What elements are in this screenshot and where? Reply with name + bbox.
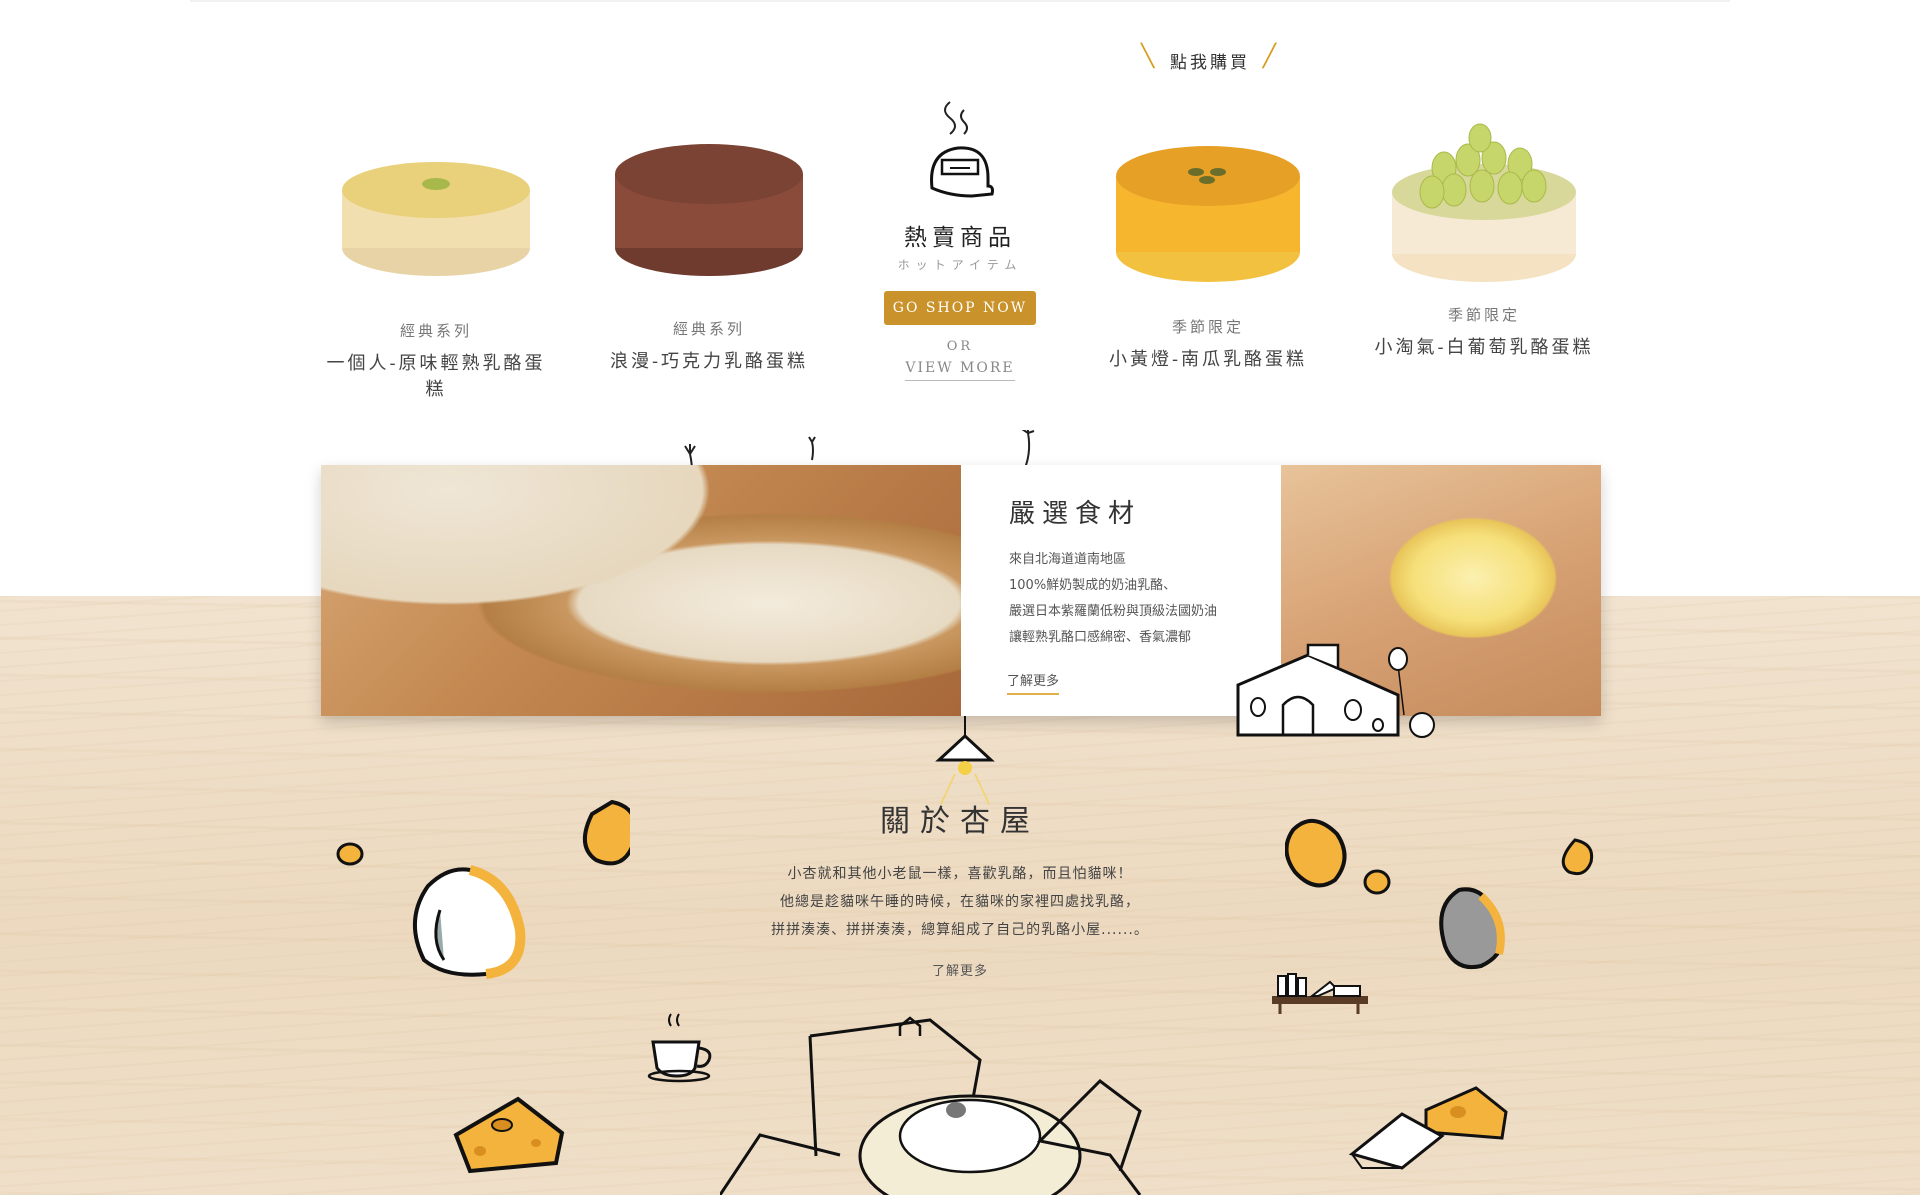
slash-left-icon: ╲ xyxy=(1141,44,1158,69)
bookshelf-icon xyxy=(1272,973,1368,1014)
product-series: 季節限定 xyxy=(1171,318,1244,336)
buy-label[interactable]: ╲ 點我購買 ╱ xyxy=(1141,44,1276,73)
product-card[interactable]: 季節限定 小淘氣-白葡萄乳酪蛋糕 xyxy=(1366,108,1602,359)
cheese-and-books-icon xyxy=(1348,1086,1508,1170)
product-name: 小黃燈-南瓜乳酪蛋糕 xyxy=(1108,349,1308,370)
product-name: 一個人-原味輕熟乳酪蛋糕 xyxy=(326,353,546,400)
chocolate-cheesecake-image xyxy=(615,144,803,276)
ingredients-learn-more-link[interactable]: 了解更多 xyxy=(1007,670,1060,695)
ingredients-description: 來自北海道道南地區 100%鮮奶製成的奶油乳酪、 嚴選日本紫羅蘭低粉與頂級法國奶… xyxy=(1009,552,1218,645)
pumpkin-cheesecake-image xyxy=(1116,146,1300,282)
or-text: OR xyxy=(946,339,974,354)
product-card[interactable]: 經典系列 一個人-原味輕熟乳酪蛋糕 xyxy=(318,130,554,401)
ingredients-title: 嚴選食材 xyxy=(1009,499,1142,529)
coffee-cup-icon xyxy=(647,1013,712,1083)
product-name: 浪漫-巧克力乳酪蛋糕 xyxy=(609,351,809,372)
product-name: 小淘氣-白葡萄乳酪蛋糕 xyxy=(1374,337,1594,358)
flour-image xyxy=(321,465,961,716)
view-more-link[interactable]: VIEW MORE xyxy=(905,360,1015,381)
slash-right-icon: ╱ xyxy=(1262,44,1279,69)
product-series: 季節限定 xyxy=(1447,306,1520,324)
cheese-house-icon xyxy=(1236,643,1435,738)
product-series: 經典系列 xyxy=(672,320,745,338)
hot-items-section: 熱賣商品 ホットアイテム GO SHOP NOW OR VIEW MORE xyxy=(880,92,1040,381)
product-card[interactable]: 季節限定 小黃燈-南瓜乳酪蛋糕 xyxy=(1090,116,1326,371)
about-title: 關於杏屋 xyxy=(880,804,1040,839)
about-section: 關於杏屋 小杏就和其他小老鼠一樣，喜歡乳酪，而且怕貓咪！ 他總是趁貓咪午睡的時候… xyxy=(690,796,1230,979)
grape-cheesecake-image xyxy=(1392,123,1576,282)
mouse-house-icon xyxy=(930,101,994,198)
cheese-wedge-left-icon xyxy=(453,1096,565,1174)
plain-cheesecake-image xyxy=(342,162,530,276)
about-description: 小杏就和其他小老鼠一樣，喜歡乳酪，而且怕貓咪！ 他總是趁貓咪午睡的時候，在貓咪的… xyxy=(771,866,1149,938)
top-divider xyxy=(190,0,1730,2)
cardboard-box-mouse-illustration xyxy=(720,1016,1142,1195)
product-series: 經典系列 xyxy=(399,322,472,340)
go-shop-now-button[interactable]: GO SHOP NOW xyxy=(884,291,1036,325)
product-card[interactable]: 經典系列 浪漫-巧克力乳酪蛋糕 xyxy=(591,124,827,373)
hot-title: 熱賣商品 xyxy=(904,225,1016,251)
about-learn-more-link[interactable]: 了解更多 xyxy=(932,960,988,979)
cheese-decorations-left xyxy=(336,799,630,979)
hot-subtitle: ホットアイテム xyxy=(897,258,1023,272)
